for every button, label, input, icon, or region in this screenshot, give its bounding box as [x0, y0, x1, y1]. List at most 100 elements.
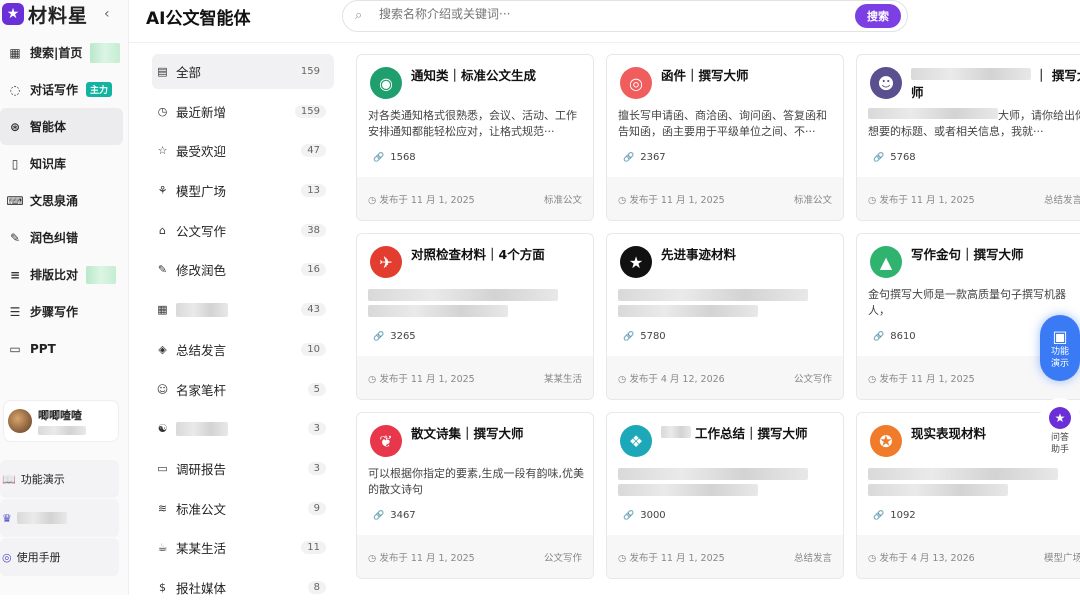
- redacted-area: [368, 305, 508, 317]
- category-icon: ⌂: [159, 223, 166, 237]
- usage-count: 3000: [640, 510, 666, 521]
- agent-card-footer: ◷ 发布于 11 月 1, 2025 公文写作: [357, 535, 593, 578]
- category-count: 11: [301, 541, 326, 555]
- agent-card-title: 工作总结｜撰写大师: [661, 425, 841, 442]
- clock-icon: ◷: [618, 552, 630, 564]
- agent-card-footer: ◷ 发布于 11 月 1, 2025 标准公文: [357, 177, 593, 220]
- user-manual-link[interactable]: ◎ 使用手册: [0, 538, 119, 576]
- agent-card-title: 写作金句｜撰写大师: [911, 246, 1080, 263]
- category-item[interactable]: ⌂ 公文写作 38: [152, 213, 334, 248]
- category-item[interactable]: ◷ 最近新增 159: [152, 94, 334, 129]
- usage-count: 1568: [390, 152, 416, 163]
- agent-card-footer: ◷ 发布于 11 月 1, 2025 标准公文: [607, 177, 843, 220]
- sidebar-bottom-links: 📖 功能演示 ♛ ◎ 使用手册: [0, 460, 129, 577]
- agent-card-description: 对各类通知格式很熟悉，会议、活动、工作安排通知都能轻松应对，让格式规范···: [368, 108, 586, 140]
- book-icon: ▯: [11, 156, 19, 171]
- category-item[interactable]: ✎ 修改润色 16: [152, 252, 334, 287]
- sidebar-item-label: 对话写作: [30, 83, 79, 97]
- category-label: 调研报告: [176, 461, 227, 477]
- category-item[interactable]: ☆ 最受欢迎 47: [152, 133, 334, 168]
- sidebar-item-polish[interactable]: ✎ 润色纠错: [0, 219, 129, 256]
- category-item[interactable]: ◈ 总结发言 10: [152, 332, 334, 367]
- category-label: 报社媒体: [176, 580, 227, 596]
- search-icon: ⌕: [355, 8, 363, 23]
- category-count: 9: [307, 501, 326, 515]
- star-logo-icon: ★: [2, 3, 24, 25]
- usage-count: 3467: [390, 510, 416, 521]
- sidebar-item-ppt[interactable]: ▭ PPT: [0, 330, 129, 367]
- sidebar-item-knowledge[interactable]: ▯ 知识库: [0, 145, 129, 182]
- agent-card-category: 公文写作: [543, 552, 582, 564]
- agent-card[interactable]: ❦ 散文诗集｜撰写大师 可以根据你指定的要素,生成一段有韵味,优美的散文诗句 🔗 346…: [356, 412, 594, 579]
- agent-card-usage: 🔗 3467: [373, 510, 416, 521]
- usage-count: 1092: [890, 510, 916, 521]
- category-item[interactable]: $ 报社媒体 8: [152, 570, 334, 605]
- qa-assistant-float-button[interactable]: ★ 问答助手: [1040, 398, 1080, 464]
- search-button[interactable]: 搜索: [855, 4, 901, 28]
- agent-card[interactable]: ☻ ｜ 撰写大师大师，请你给出你想要的标题、或者相关信息，我就··· 🔗 5768 ◷ …: [856, 54, 1080, 221]
- category-item[interactable]: ≋ 标准公文 9: [152, 491, 334, 526]
- category-item[interactable]: ⚘ 模型广场 13: [152, 173, 334, 208]
- category-label: 总结发言: [176, 342, 227, 358]
- category-item[interactable]: ☺ 名家笔杆 5: [152, 372, 334, 407]
- redacted-area: [618, 289, 808, 301]
- redacted-area: [911, 68, 1031, 80]
- sidebar-item-step-writing[interactable]: ☰ 步骤写作: [0, 293, 129, 330]
- crown-icon: ♛: [2, 511, 12, 525]
- clock-icon: ◷: [368, 552, 380, 564]
- agent-card-date-text: 发布于 11 月 1, 2025: [879, 194, 975, 206]
- agent-card-description-text: 对各类通知格式很熟悉，会议、活动、工作安排通知都能轻松应对，让格式规范···: [368, 109, 577, 138]
- sidebar-item-search-home[interactable]: ▦ 搜索|首页: [0, 34, 129, 71]
- agent-card-date-text: 发布于 4 月 13, 2026: [879, 552, 975, 564]
- agent-card[interactable]: ◉ 通知类｜标准公文生成 对各类通知格式很熟悉，会议、活动、工作安排通知都能轻松应对…: [356, 54, 594, 221]
- category-item[interactable]: ☕ 某某生活 11: [152, 530, 334, 565]
- category-count: 159: [294, 104, 326, 118]
- agent-card-title: 对照检查材料｜4个方面: [411, 246, 591, 263]
- agent-logo-icon: ✪: [870, 425, 902, 457]
- sidebar-item-layout-compare[interactable]: ≡ 排版比对: [0, 256, 129, 293]
- brand-logo[interactable]: ★ 材料星: [0, 0, 88, 28]
- sidebar-item-agents[interactable]: ⊛ 智能体: [0, 108, 123, 145]
- agent-card[interactable]: ❖ 工作总结｜撰写大师 🔗 3000 ◷ 发布于 11 月 1, 2025 总结发言: [606, 412, 844, 579]
- sidebar-item-label: 文思泉涌: [30, 194, 79, 208]
- agent-card[interactable]: ★ 先进事迹材料 🔗 5780 ◷ 发布于 4 月 12, 2026 公文写作: [606, 233, 844, 400]
- category-item[interactable]: ▤ 全部 159: [152, 54, 334, 89]
- agent-card-title-text: 通知类｜标准公文生成: [411, 68, 537, 83]
- category-item-left: ▦: [156, 302, 228, 317]
- agent-card-category: 公文写作: [793, 373, 832, 385]
- agent-card-category: 标准公文: [793, 194, 832, 206]
- redacted-area: [868, 108, 998, 119]
- agent-card[interactable]: ✈ 对照检查材料｜4个方面 🔗 3265 ◷ 发布于 11 月 1, 2025 某某生活: [356, 233, 594, 400]
- category-item[interactable]: ☯ 3: [152, 411, 334, 446]
- agent-card-title: 散文诗集｜撰写大师: [411, 425, 591, 442]
- agent-card-usage: 🔗 3265: [373, 331, 416, 342]
- redacted-area: [90, 42, 121, 63]
- agent-card-date-text: 发布于 11 月 1, 2025: [379, 552, 475, 564]
- agent-card-description-text: 可以根据你指定的要素,生成一段有韵味,优美的散文诗句: [368, 467, 584, 496]
- membership-link[interactable]: ♛: [0, 499, 119, 537]
- sidebar-item-label: 智能体: [30, 120, 67, 134]
- feature-demo-link[interactable]: 📖 功能演示: [0, 460, 119, 498]
- sidebar-item-inspiration[interactable]: ⌨ 文思泉涌: [0, 182, 129, 219]
- usage-count: 8610: [890, 331, 916, 342]
- category-item[interactable]: ▦ 43: [152, 292, 334, 327]
- link-icon: 🔗: [623, 510, 635, 521]
- search-input[interactable]: [379, 7, 839, 21]
- user-card[interactable]: 唧唧喳喳: [3, 400, 119, 442]
- sidebar-item-chat-writing[interactable]: ◌ 对话写作 主力: [0, 71, 129, 108]
- collapse-sidebar-icon[interactable]: ‹: [104, 6, 110, 22]
- agent-card-title: 函件｜撰写大师: [661, 67, 841, 84]
- agent-card-footer: ◷ 发布于 11 月 1, 2025 总结发言: [607, 535, 843, 578]
- agent-logo-icon: ◎: [620, 67, 652, 99]
- agent-card[interactable]: ◎ 函件｜撰写大师 擅长写申请函、商洽函、询问函、答复函和告知函，函主要用于平级单位…: [606, 54, 844, 221]
- category-count: 5: [307, 382, 326, 396]
- usage-count: 2367: [640, 152, 666, 163]
- agent-card-description: [868, 466, 1080, 498]
- feature-demo-float-button[interactable]: ▣ 功能演示: [1040, 315, 1080, 381]
- link-icon: 🔗: [373, 510, 385, 521]
- category-item[interactable]: ▭ 调研报告 3: [152, 451, 334, 486]
- float-label: 功能演示: [1050, 346, 1069, 369]
- category-count: 47: [301, 144, 326, 158]
- category-item-left: ▤ 全部: [156, 62, 201, 81]
- sidebar-item-label: 步骤写作: [30, 305, 79, 319]
